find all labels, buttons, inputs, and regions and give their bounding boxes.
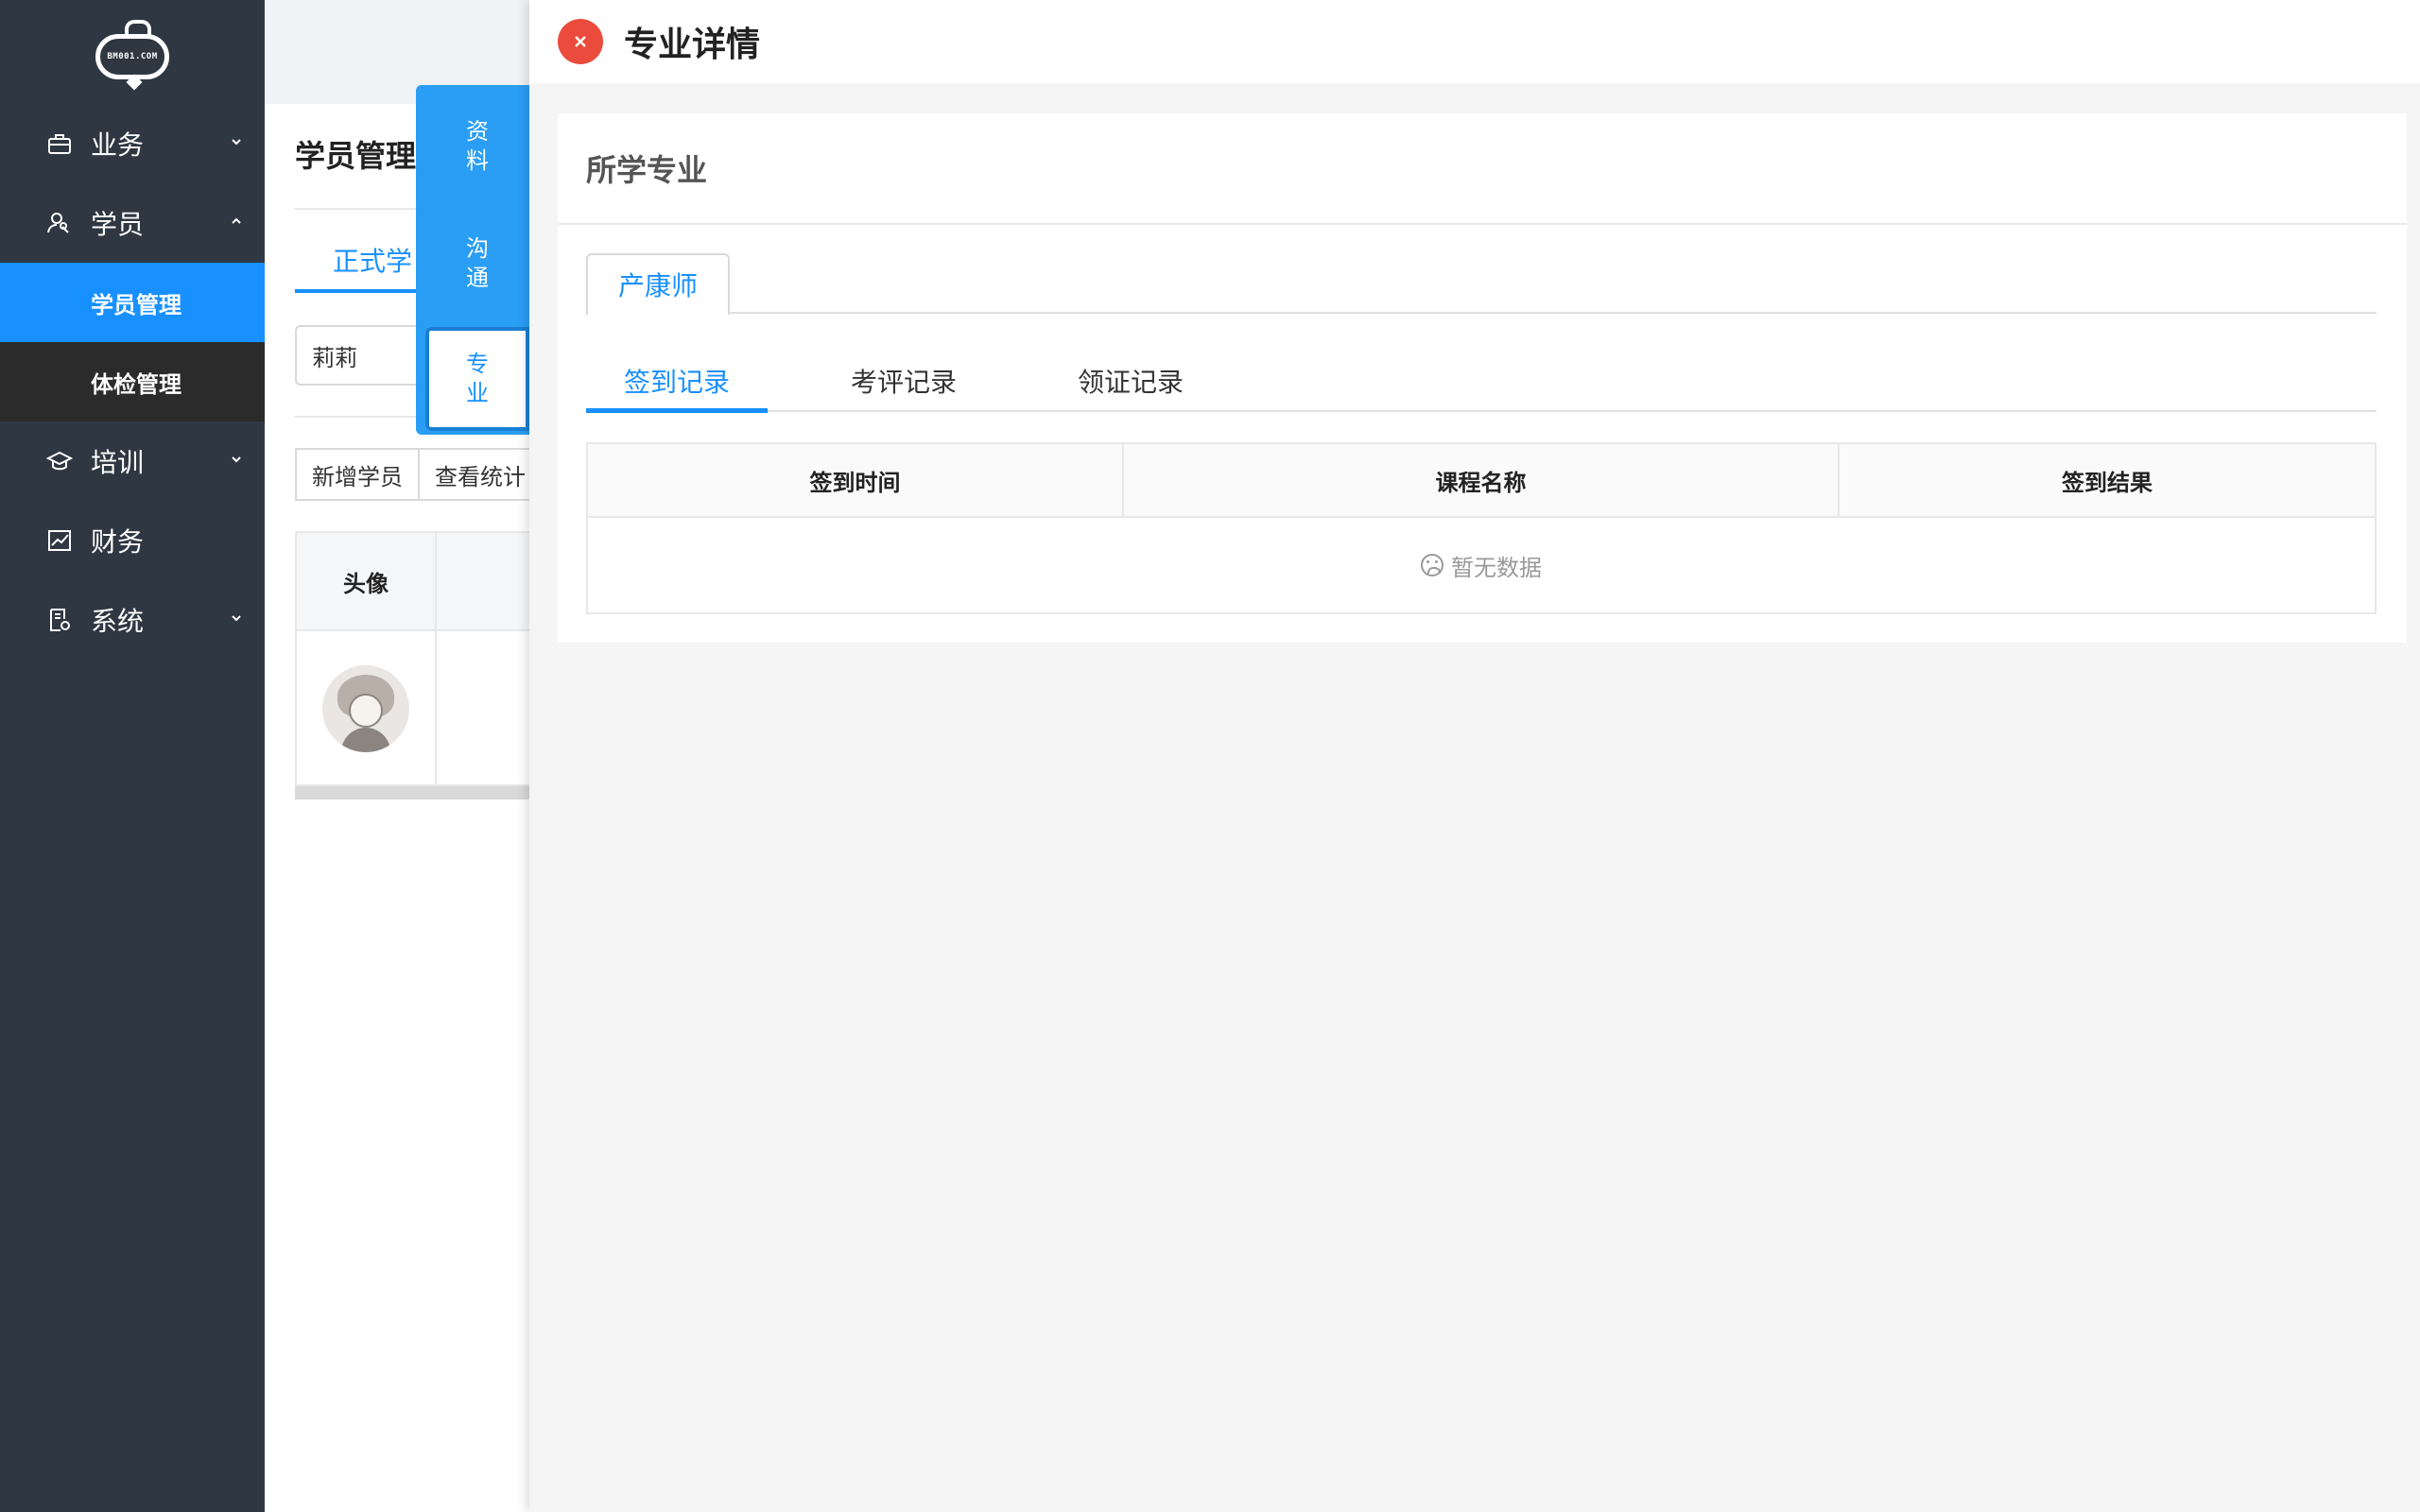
sidebar: BM001.COM 业务 学员 学员管理 体检管理 培训 财务 系统 xyxy=(0,0,265,1512)
major-card: 所学专业 产康师 签到记录 考评记录 领证记录 签到时间 课程名称 签到结果 暂… xyxy=(558,113,2407,643)
logo[interactable]: BM001.COM xyxy=(0,0,265,104)
add-student-button[interactable]: 新增学员 xyxy=(295,448,420,501)
empty-state: 暂无数据 xyxy=(588,518,2375,612)
chevron-down-icon xyxy=(227,609,246,627)
chevron-up-icon xyxy=(227,212,246,231)
side-tabs: 资 料 沟 通 专 业 xyxy=(416,85,529,435)
sidebar-item-system[interactable]: 系统 xyxy=(0,580,265,660)
drawer-title: 专业详情 xyxy=(624,26,761,64)
sidebar-item-label: 学员 xyxy=(91,209,145,240)
major-tabs: 产康师 xyxy=(586,253,2377,316)
sidebar-item-label: 培训 xyxy=(91,447,145,478)
side-tab-major[interactable]: 专 业 xyxy=(425,327,529,431)
page-title: 学员管理 xyxy=(295,138,417,174)
card-header: 所学专业 xyxy=(558,113,2407,225)
user-search-icon xyxy=(45,209,74,237)
column-header-avatar: 头像 xyxy=(297,533,437,629)
sad-face-icon xyxy=(1421,554,1443,576)
column-header-checkin-result: 签到结果 xyxy=(2062,469,2152,496)
view-stats-button[interactable]: 查看统计 xyxy=(420,448,543,501)
sidebar-item-student-management[interactable]: 学员管理 xyxy=(0,263,265,342)
close-button[interactable] xyxy=(558,19,603,64)
sidebar-item-label: 业务 xyxy=(91,129,145,161)
chevron-down-icon xyxy=(227,132,246,151)
close-icon xyxy=(575,36,586,47)
tab-evaluation-records[interactable]: 考评记录 xyxy=(813,350,994,412)
settings-doc-icon xyxy=(45,606,74,634)
sidebar-item-training[interactable]: 培训 xyxy=(0,421,265,501)
sidebar-item-business[interactable]: 业务 xyxy=(0,104,265,183)
tab-major-postpartum[interactable]: 产康师 xyxy=(586,253,730,316)
toolbar: 新增学员 查看统计 xyxy=(295,448,543,501)
briefcase-icon xyxy=(45,129,74,158)
column-header-course-name: 课程名称 xyxy=(1124,444,1840,516)
side-tab-communication[interactable]: 沟 通 xyxy=(425,212,529,316)
sidebar-item-finance[interactable]: 财务 xyxy=(0,501,265,580)
sidebar-item-label: 系统 xyxy=(91,606,145,637)
drawer-header: 专业详情 xyxy=(529,0,2420,83)
tab-certificate-records[interactable]: 领证记录 xyxy=(1040,350,1221,412)
record-tabs: 签到记录 考评记录 领证记录 xyxy=(586,350,2377,413)
table-header: 签到时间 课程名称 签到结果 xyxy=(588,444,2375,518)
chart-icon xyxy=(45,526,74,555)
chevron-down-icon xyxy=(227,450,246,469)
checkin-table: 签到时间 课程名称 签到结果 暂无数据 xyxy=(586,442,2377,614)
table-cell-avatar xyxy=(297,631,437,786)
search-input[interactable] xyxy=(295,325,427,386)
sidebar-item-health-check[interactable]: 体检管理 xyxy=(0,342,265,421)
graduation-cap-icon xyxy=(45,447,74,475)
tab-checkin-records[interactable]: 签到记录 xyxy=(586,350,768,412)
tab-ink-bar xyxy=(586,408,768,413)
sidebar-item-students[interactable]: 学员 xyxy=(0,183,265,263)
tab-official-students[interactable]: 正式学 xyxy=(333,241,412,279)
logo-text: BM001.COM xyxy=(107,52,158,61)
logo-mark-icon: BM001.COM xyxy=(95,20,169,79)
side-tab-profile[interactable]: 资 料 xyxy=(425,94,529,198)
avatar xyxy=(322,665,409,752)
sidebar-item-label: 财务 xyxy=(91,526,145,558)
empty-text: 暂无数据 xyxy=(1451,554,1542,581)
card-title: 所学专业 xyxy=(586,152,708,188)
major-detail-drawer: 专业详情 所学专业 产康师 签到记录 考评记录 领证记录 签到时间 课程名称 签… xyxy=(529,0,2420,1512)
column-header-checkin-time: 签到时间 xyxy=(588,444,1124,516)
